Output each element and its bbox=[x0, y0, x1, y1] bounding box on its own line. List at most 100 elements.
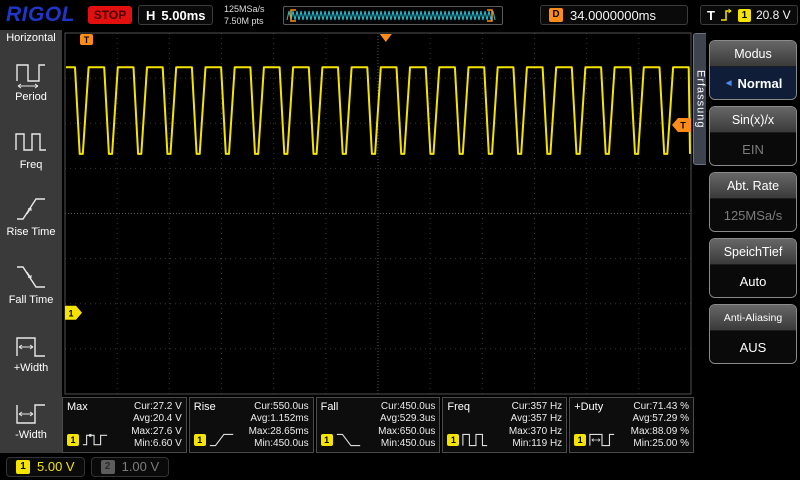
meas-cur: Cur:550.0us bbox=[238, 401, 309, 412]
meas-max: Max:27.6 V bbox=[111, 426, 182, 437]
meas-max: Max:88.09 % bbox=[618, 426, 689, 437]
fall-time-icon bbox=[14, 262, 48, 292]
sidebar-item-fall-time[interactable]: Fall Time bbox=[0, 250, 62, 318]
channel1-badge: 1 bbox=[16, 460, 30, 474]
rise-glyph-icon bbox=[208, 431, 236, 449]
meas-cur: Cur:357 Hz bbox=[491, 401, 562, 412]
meas-cur: Cur:450.0us bbox=[365, 401, 436, 412]
meas-max: Max:650.0us bbox=[365, 426, 436, 437]
graticule-canvas: T T 1 bbox=[62, 30, 694, 397]
menu-header: Modus bbox=[710, 41, 796, 67]
trigger-position-marker[interactable] bbox=[380, 34, 392, 42]
duty-glyph-icon bbox=[588, 431, 616, 449]
waveform-display: T T 1 bbox=[62, 30, 694, 397]
rigol-logo: RIGOL bbox=[6, 3, 75, 27]
meas-min: Min:6.60 V bbox=[111, 438, 182, 449]
measurement-rise: Rise 1 Cur:550.0us Avg:1.152ms Max:28.65… bbox=[189, 397, 314, 453]
sidebar-item-period[interactable]: Period bbox=[0, 47, 62, 115]
trigger-source-badge: 1 bbox=[738, 9, 751, 22]
sidebar-item-label: -Width bbox=[15, 429, 47, 441]
max-glyph-icon bbox=[81, 431, 109, 449]
meas-max: Max:28.65ms bbox=[238, 426, 309, 437]
menu-item-abt-rate[interactable]: Abt. Rate 125MSa/s bbox=[709, 172, 797, 232]
measurement-plus-duty: +Duty 1 Cur:71.43 % Avg:57.29 % Max:88.0… bbox=[569, 397, 694, 453]
meas-cur: Cur:27.2 V bbox=[111, 401, 182, 412]
channel2-badge: 2 bbox=[101, 460, 115, 474]
channel2-status[interactable]: 2 1.00 V bbox=[91, 457, 170, 477]
trigger-level-value: 20.8 V bbox=[756, 8, 791, 22]
channel2-scale: 1.00 V bbox=[122, 459, 160, 474]
top-bar: RIGOL STOP H 5.00ms 125MSa/s 7.50M pts D… bbox=[0, 0, 800, 30]
meas-avg: Avg:20.4 V bbox=[111, 413, 182, 424]
menu-value: AUS bbox=[710, 331, 796, 363]
channel-badge: 1 bbox=[574, 434, 586, 446]
run-state-badge: STOP bbox=[88, 6, 132, 24]
soft-menu-panel: Modus ◄ Normal Sin(x)/x EIN Abt. Rate 12… bbox=[706, 30, 800, 453]
sidebar-item-rise-time[interactable]: Rise Time bbox=[0, 182, 62, 250]
sidebar-item-label: Freq bbox=[20, 159, 43, 171]
channel1-status[interactable]: 1 5.00 V bbox=[6, 457, 85, 477]
delay-readout[interactable]: D 34.0000000ms bbox=[540, 5, 688, 25]
menu-value: 125MSa/s bbox=[710, 199, 796, 231]
meas-avg: Avg:357 Hz bbox=[491, 413, 562, 424]
horizontal-label: H bbox=[146, 8, 155, 23]
measurement-freq: Freq 1 Cur:357 Hz Avg:357 Hz Max:370 Hz … bbox=[442, 397, 567, 453]
trigger-readout[interactable]: T 1 20.8 V bbox=[700, 5, 798, 25]
status-bar: 1 5.00 V 2 1.00 V bbox=[0, 453, 800, 480]
meas-max: Max:370 Hz bbox=[491, 426, 562, 437]
memory-depth-value: 7.50M pts bbox=[224, 15, 265, 27]
memory-waveform-preview bbox=[283, 6, 503, 25]
measurement-label: Rise bbox=[194, 401, 236, 413]
period-icon bbox=[14, 59, 48, 89]
sample-rate-value: 125MSa/s bbox=[224, 3, 265, 15]
menu-item-speichtief[interactable]: SpeichTief Auto bbox=[709, 238, 797, 298]
channel-badge: 1 bbox=[321, 434, 333, 446]
freq-glyph-icon bbox=[461, 431, 489, 449]
sidebar-item-freq[interactable]: Freq bbox=[0, 115, 62, 183]
menu-item-sinx[interactable]: Sin(x)/x EIN bbox=[709, 106, 797, 166]
meas-cur: Cur:71.43 % bbox=[618, 401, 689, 412]
sidebar-item-label: Period bbox=[15, 91, 47, 103]
svg-text:T: T bbox=[680, 121, 686, 131]
measurement-bar: Max 1 Cur:27.2 V Avg:20.4 V Max:27.6 V M… bbox=[62, 397, 694, 453]
acquisition-info: 125MSa/s 7.50M pts bbox=[224, 3, 265, 27]
horizontal-scale-readout[interactable]: H 5.00ms bbox=[138, 5, 213, 25]
channel-badge: 1 bbox=[67, 434, 79, 446]
meas-avg: Avg:529.3us bbox=[365, 413, 436, 424]
menu-item-modus[interactable]: Modus ◄ Normal bbox=[709, 40, 797, 100]
meas-min: Min:450.0us bbox=[365, 438, 436, 449]
memory-waveform-svg bbox=[284, 7, 502, 24]
sidebar-item-plus-width[interactable]: +Width bbox=[0, 318, 62, 386]
delay-icon: D bbox=[549, 8, 563, 22]
ch1-waveform-trace bbox=[66, 67, 690, 154]
menu-item-anti-aliasing[interactable]: Anti-Aliasing AUS bbox=[709, 304, 797, 364]
fall-glyph-icon bbox=[335, 431, 363, 449]
trigger-label: T bbox=[707, 8, 715, 23]
measurement-label: Fall bbox=[321, 401, 363, 413]
measurement-label: +Duty bbox=[574, 401, 616, 413]
menu-header: Anti-Aliasing bbox=[710, 305, 796, 331]
sidebar-item-label: Rise Time bbox=[7, 226, 56, 238]
menu-value-text: Normal bbox=[738, 76, 783, 91]
measurement-fall: Fall 1 Cur:450.0us Avg:529.3us Max:650.0… bbox=[316, 397, 441, 453]
measurement-label: Freq bbox=[447, 401, 489, 413]
meas-min: Min:450.0us bbox=[238, 438, 309, 449]
trigger-slope-icon bbox=[720, 8, 733, 22]
menu-header: Abt. Rate bbox=[710, 173, 796, 199]
sidebar-item-label: Fall Time bbox=[9, 294, 54, 306]
menu-value: EIN bbox=[710, 133, 796, 165]
svg-text:1: 1 bbox=[68, 308, 73, 318]
sidebar-item-minus-width[interactable]: -Width bbox=[0, 385, 62, 453]
channel-badge: 1 bbox=[447, 434, 459, 446]
meas-avg: Avg:57.29 % bbox=[618, 413, 689, 424]
svg-text:T: T bbox=[84, 35, 90, 45]
minus-width-icon bbox=[14, 397, 48, 427]
sidebar-title: Horizontal bbox=[0, 30, 62, 47]
plus-width-icon bbox=[14, 330, 48, 360]
menu-value: Auto bbox=[710, 265, 796, 297]
delay-value: 34.0000000ms bbox=[570, 8, 656, 23]
sidebar-item-label: +Width bbox=[14, 362, 49, 374]
oscilloscope-screen: RIGOL STOP H 5.00ms 125MSa/s 7.50M pts D… bbox=[0, 0, 800, 480]
channel1-scale: 5.00 V bbox=[37, 459, 75, 474]
freq-icon bbox=[14, 127, 48, 157]
